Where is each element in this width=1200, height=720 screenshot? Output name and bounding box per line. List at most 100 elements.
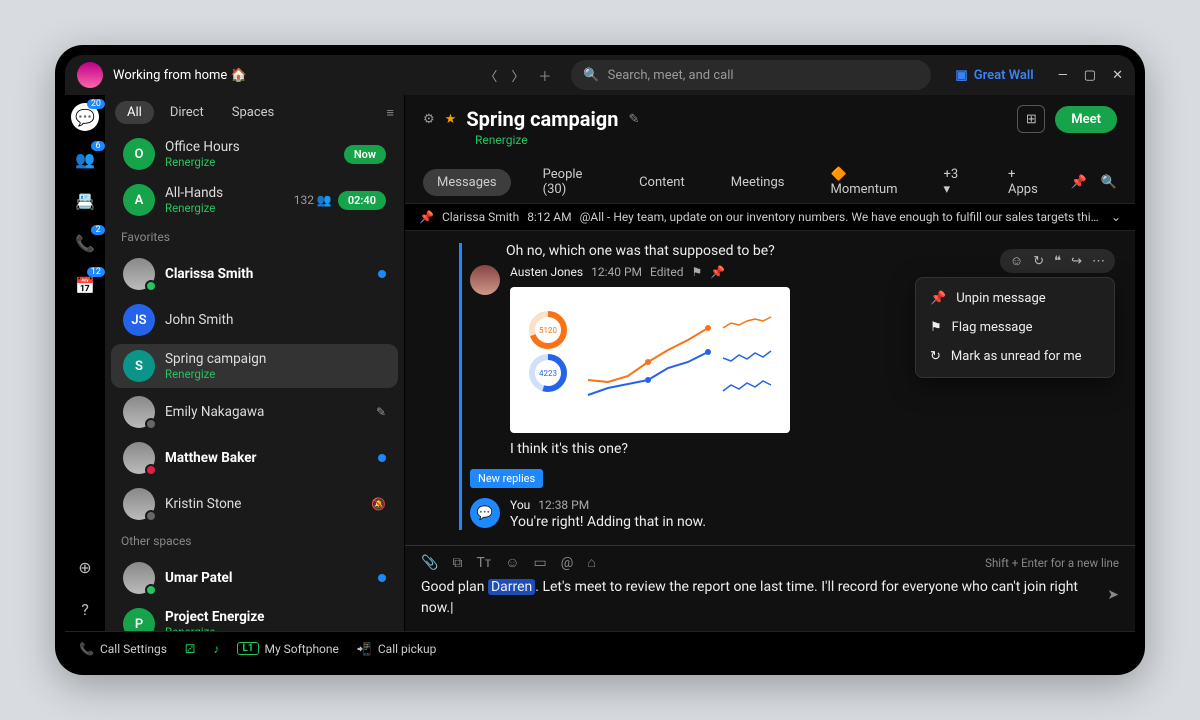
message-text: I think it's this one?	[510, 441, 1117, 457]
mention-chip[interactable]: Darren	[488, 579, 535, 595]
space-tab[interactable]: People (30)	[529, 161, 607, 203]
call-pickup-button[interactable]: 📲 Call pickup	[357, 642, 436, 656]
edit-icon[interactable]: ✎	[628, 112, 639, 127]
meet-button[interactable]: Meet	[1055, 106, 1117, 133]
calendar-icon[interactable]: 📅12	[71, 271, 99, 299]
format-icon[interactable]: Tᴛ	[476, 554, 491, 571]
teams-icon[interactable]: 👥6	[71, 145, 99, 173]
dialpad-icon[interactable]: ⚂	[185, 642, 195, 656]
item-name: All-Hands	[165, 185, 284, 201]
sidebar-item[interactable]: JSJohn Smith	[111, 298, 398, 342]
space-tab[interactable]: + Apps	[994, 161, 1053, 203]
sidebar-item[interactable]: Matthew Baker	[111, 436, 398, 480]
nav-rail: 💬20 👥6 📇 📞2 📅12 ⊕?	[65, 95, 105, 631]
nav-back-icon[interactable]: 〈	[484, 66, 497, 85]
space-title: Spring campaign	[466, 107, 618, 131]
avatar: A	[123, 184, 155, 216]
space-tab[interactable]: 🔶 Momentum	[816, 161, 911, 203]
maximize-icon[interactable]: ▢	[1084, 68, 1096, 83]
message-time: 12:38 PM	[538, 498, 589, 512]
user-avatar[interactable]	[77, 62, 103, 88]
avatar: P	[123, 608, 155, 631]
bitmoji-icon[interactable]: ⌂	[587, 554, 595, 571]
send-icon[interactable]: ➤	[1107, 585, 1119, 606]
avatar: O	[123, 138, 155, 170]
sidebar-tab-all[interactable]: All	[115, 101, 154, 124]
attach-icon[interactable]: 📎	[421, 555, 438, 571]
pin-list-icon[interactable]: 📌	[1071, 175, 1087, 190]
nav-forward-icon[interactable]: 〉	[511, 66, 524, 85]
menu-item[interactable]: 📌Unpin message	[916, 284, 1114, 313]
contacts-icon[interactable]: 📇	[71, 187, 99, 215]
item-name: John Smith	[165, 312, 376, 328]
org-switcher[interactable]: ▣ Great Wall	[955, 68, 1033, 83]
author-avatar[interactable]	[470, 265, 500, 295]
gif-icon[interactable]: ▭	[534, 555, 547, 571]
sidebar-item[interactable]: Kristin Stone🔕	[111, 482, 398, 526]
new-icon[interactable]: ＋	[538, 66, 551, 85]
search-input[interactable]: 🔍 Search, meet, and call	[571, 60, 931, 90]
menu-item[interactable]: ⚑Flag message	[916, 313, 1114, 342]
sidebar-tab-spaces[interactable]: Spaces	[220, 101, 287, 124]
reaction-icon[interactable]: ❝	[1054, 253, 1061, 269]
reaction-icon[interactable]: ↻	[1033, 253, 1044, 269]
pinned-time: 8:12 AM	[527, 210, 571, 224]
softphone-button[interactable]: L1 My Softphone	[237, 642, 339, 656]
chart-attachment[interactable]: 5120 4223	[510, 287, 790, 433]
reaction-icon[interactable]: ☺	[1010, 253, 1023, 269]
space-tab[interactable]: +3 ▾	[930, 161, 977, 203]
menu-icon: ⚑	[930, 320, 942, 335]
sidebar-item[interactable]: SSpring campaignRenergize	[111, 344, 398, 388]
reaction-icon[interactable]: ⋯	[1092, 253, 1105, 269]
item-name: Kristin Stone	[165, 496, 361, 512]
search-space-icon[interactable]: 🔍	[1101, 175, 1117, 190]
item-sub: Renergize	[165, 201, 284, 215]
avatar: S	[123, 350, 155, 382]
mention-icon[interactable]: @	[561, 555, 574, 571]
new-replies-badge[interactable]: New replies	[470, 469, 543, 488]
reaction-icon[interactable]: ↪	[1071, 253, 1082, 269]
message[interactable]: 💬 You 12:38 PM You're right! Adding that…	[470, 498, 1117, 530]
call-settings-button[interactable]: 📞 Call Settings	[79, 642, 167, 656]
help-icon[interactable]: ?	[71, 595, 99, 623]
minimize-icon[interactable]: —	[1058, 68, 1068, 83]
sidebar-item[interactable]: PProject EnergizeRenergize	[111, 602, 398, 631]
calls-icon[interactable]: 📞2	[71, 229, 99, 257]
chat-icon[interactable]: 💬20	[71, 103, 99, 131]
pinned-banner[interactable]: 📌 Clarissa Smith 8:12 AM @All - Hey team…	[405, 203, 1135, 231]
sidebar-item[interactable]: Umar Patel	[111, 556, 398, 600]
pin-icon: 📌	[710, 265, 725, 279]
emoji-icon[interactable]: ☺	[505, 554, 519, 571]
user-status[interactable]: Working from home 🏠	[113, 68, 247, 83]
topbar: Working from home 🏠 〈 〉 ＋ 🔍 Search, meet…	[65, 55, 1135, 95]
apps-icon[interactable]: ⊕	[71, 553, 99, 581]
message-author: You	[510, 498, 530, 512]
close-icon[interactable]: ✕	[1112, 68, 1123, 83]
filter-icon[interactable]: ≡	[386, 105, 394, 121]
audio-icon[interactable]: ♪	[213, 642, 219, 656]
gear-icon[interactable]: ⚙	[423, 112, 435, 127]
screenshot-icon[interactable]: ⧉	[452, 555, 462, 571]
space-tab[interactable]: Content	[625, 169, 699, 196]
sidebar-item[interactable]: AAll-HandsRenergize132 👥02:40	[111, 178, 398, 222]
space-tab[interactable]: Messages	[423, 169, 511, 196]
sidebar-item[interactable]: Emily Nakagawa✎	[111, 390, 398, 434]
composer-input[interactable]: Good plan Darren. Let's meet to review t…	[421, 577, 1119, 619]
sidebar-tab-direct[interactable]: Direct	[158, 101, 216, 124]
sidebar: AllDirectSpaces ≡ OOffice HoursRenergizeN…	[105, 95, 405, 631]
space-subtitle: Renergize	[475, 133, 1117, 147]
app-window: Working from home 🏠 〈 〉 ＋ 🔍 Search, meet…	[65, 55, 1135, 665]
chevron-down-icon[interactable]: ⌄	[1111, 210, 1121, 224]
menu-icon: ↻	[930, 349, 941, 364]
item-sub: Renergize	[165, 367, 376, 381]
pinned-text: @All - Hey team, update on our inventory…	[580, 210, 1103, 224]
star-icon[interactable]: ★	[445, 112, 457, 127]
search-icon: 🔍	[583, 68, 599, 83]
space-tab[interactable]: Meetings	[717, 169, 799, 196]
edited-label: Edited	[650, 265, 683, 279]
sidebar-item[interactable]: Clarissa Smith	[111, 252, 398, 296]
svg-text:5120: 5120	[539, 326, 557, 335]
sidebar-item[interactable]: OOffice HoursRenergizeNow	[111, 132, 398, 176]
menu-item[interactable]: ↻Mark as unread for me	[916, 342, 1114, 371]
apps-icon[interactable]: ⊞	[1017, 105, 1045, 133]
